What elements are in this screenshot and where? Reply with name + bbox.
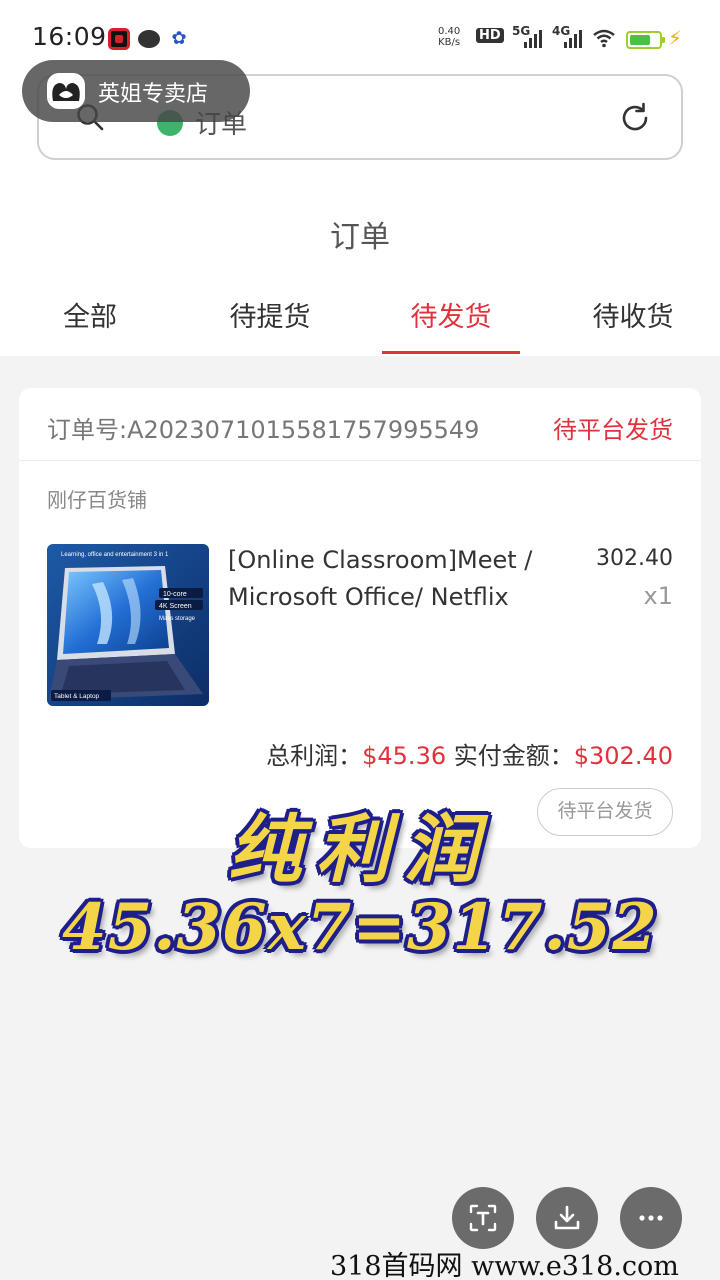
tab-pending-receipt[interactable]: 待收货 <box>543 295 720 334</box>
svg-text:Mass storage: Mass storage <box>159 616 196 622</box>
app-icon: ✿ <box>171 28 187 49</box>
profit-label: 总利润： <box>266 742 363 770</box>
profit-value: $45.36 <box>362 742 447 770</box>
screen-record-icon <box>108 28 130 50</box>
order-summary: 总利润：$45.36 实付金额：$302.40 <box>266 736 673 771</box>
network-speed: 0.40 KB/s <box>438 26 461 48</box>
store-name: 英姐专卖店 <box>98 82 209 107</box>
charging-icon: ⚡ <box>668 26 683 50</box>
page-title: 订单 <box>330 220 390 255</box>
shop-name: 刚仔百货铺 <box>47 488 147 512</box>
signal-5g-icon <box>524 28 542 48</box>
svg-text:Learning, office and entertain: Learning, office and entertainment 3 in … <box>61 552 169 558</box>
battery-icon <box>626 31 665 49</box>
wifi-icon <box>593 29 615 48</box>
tab-all[interactable]: 全部 <box>0 295 180 334</box>
active-tab-indicator <box>382 351 520 354</box>
order-number: 订单号:A2023071015581757995549 <box>47 416 480 444</box>
card-divider <box>19 460 701 461</box>
download-button[interactable] <box>536 1187 598 1249</box>
order-tabs: 全部 待提货 待发货 待收货 <box>0 295 720 355</box>
text-recognition-button[interactable] <box>452 1187 514 1249</box>
order-status: 待平台发货 <box>553 416 673 444</box>
store-pill[interactable]: 英姐专卖店 <box>22 60 250 122</box>
signal-4g-icon <box>564 28 582 48</box>
paid-value: $302.40 <box>573 742 673 770</box>
refresh-icon[interactable] <box>617 100 653 136</box>
paid-label: 实付金额： <box>453 742 574 770</box>
svg-text:Tablet & Laptop: Tablet & Laptop <box>54 693 100 700</box>
product-price: 302.40 <box>596 546 673 571</box>
overlay-calculation: 45.36x7=317.52 <box>62 890 658 965</box>
chat-icon <box>138 30 160 48</box>
order-card[interactable]: 订单号:A2023071015581757995549 待平台发货 刚仔百货铺 … <box>19 388 701 848</box>
download-icon <box>554 1205 580 1230</box>
status-time: 16:09 <box>32 22 107 51</box>
product-quantity: x1 <box>643 582 673 610</box>
more-options-button[interactable] <box>620 1187 682 1249</box>
heart-hands-icon <box>52 83 80 101</box>
scan-text-icon <box>469 1204 497 1232</box>
store-avatar <box>47 73 85 109</box>
watermark: 318首码网 www.e318.com <box>330 1251 679 1280</box>
tab-pending-pickup[interactable]: 待提货 <box>180 295 360 334</box>
overlay-title: 纯利润 <box>228 807 492 893</box>
product-image[interactable]: Learning, office and entertainment 3 in … <box>47 544 209 706</box>
svg-text:4K Screen: 4K Screen <box>159 603 192 610</box>
hd-badge: HD <box>476 28 504 43</box>
tab-pending-shipment[interactable]: 待发货 <box>361 295 541 334</box>
svg-text:10-core: 10-core <box>163 591 187 598</box>
product-title[interactable]: [Online Classroom]Meet / Microsoft Offic… <box>228 542 568 616</box>
more-icon <box>639 1215 663 1221</box>
